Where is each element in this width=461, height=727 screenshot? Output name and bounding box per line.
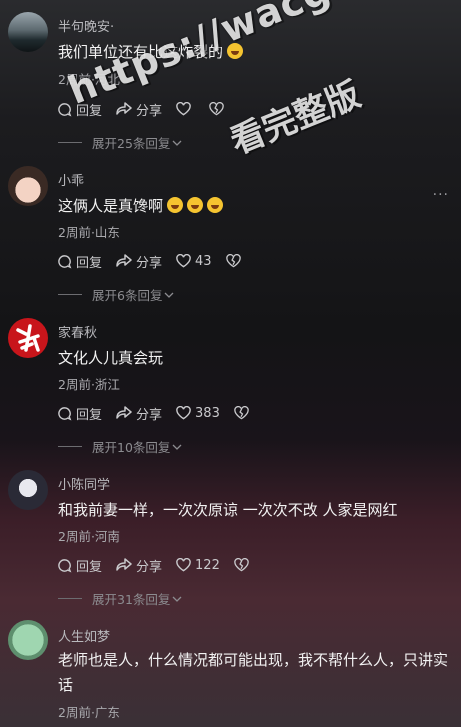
share-icon — [116, 558, 132, 571]
expand-replies-link[interactable]: 展开10条回复 — [58, 437, 182, 456]
comment-author[interactable]: 小乖 — [58, 170, 84, 189]
dislike-button[interactable] — [234, 406, 253, 420]
reply-icon — [58, 406, 72, 420]
comment-text: 文化人儿真会玩 — [58, 349, 164, 367]
comment-text-content: 这俩人是真馋啊 — [58, 197, 164, 215]
reply-button[interactable]: 回复 — [57, 252, 102, 271]
watermark-caption: 看完整版 — [224, 74, 367, 163]
share-button[interactable]: 分享 — [116, 252, 162, 271]
reply-icon — [58, 558, 72, 572]
rofl-emoji-icon — [207, 197, 224, 213]
heart-icon — [176, 558, 191, 572]
comment-meta: 2周前·河北 — [58, 72, 120, 87]
avatar[interactable] — [8, 620, 48, 660]
heart-icon — [176, 102, 191, 116]
reply-button[interactable]: 回复 — [57, 100, 102, 119]
divider-line — [58, 142, 82, 143]
avatar[interactable] — [8, 470, 48, 510]
chevron-down-icon — [164, 292, 174, 298]
laughing-emoji-icon — [227, 43, 244, 59]
comment-author[interactable]: 家春秋 — [58, 322, 97, 341]
calligraphy-logo-icon — [16, 324, 40, 352]
comment-actions: 回复 分享 383 — [57, 403, 267, 423]
comment-text-line: 老师也是人，什么情况都可能出现，我不帮什么人，只讲实 — [58, 651, 449, 669]
expand-replies-link[interactable]: 展开31条回复 — [58, 589, 182, 608]
dislike-button[interactable] — [234, 558, 253, 572]
share-icon — [116, 102, 132, 115]
avatar[interactable] — [8, 12, 48, 52]
comment-text-content: 我们单位还有比这炸裂的 — [58, 43, 224, 61]
broken-heart-icon — [209, 102, 224, 116]
like-count: 43 — [195, 253, 212, 269]
share-button[interactable]: 分享 — [116, 100, 162, 119]
comment-actions: 回复 分享 43 — [57, 251, 259, 271]
divider-line — [58, 446, 82, 447]
comment-actions: 回复 分享 — [57, 99, 242, 119]
reply-icon — [58, 254, 72, 268]
share-button[interactable]: 分享 — [116, 556, 162, 575]
comment-meta: 2周前·河南 — [58, 529, 120, 544]
broken-heart-icon — [225, 254, 241, 268]
comment-text: 我们单位还有比这炸裂的 — [58, 40, 453, 65]
divider-line — [58, 294, 82, 295]
comment-author[interactable]: 小陈同学 — [58, 474, 110, 493]
comment-meta: 2周前·山东 — [58, 225, 120, 240]
more-options-button[interactable]: ... — [433, 183, 449, 199]
rofl-emoji-icon — [187, 197, 204, 213]
share-icon — [116, 254, 132, 267]
comment-actions: 回复 分享 122 — [57, 555, 267, 575]
like-count: 383 — [195, 405, 220, 421]
like-button[interactable]: 43 — [176, 254, 212, 269]
broken-heart-icon — [234, 406, 249, 420]
expand-replies-link[interactable]: 展开25条回复 — [58, 133, 182, 152]
reply-icon — [58, 102, 72, 116]
heart-icon — [176, 406, 191, 420]
dislike-button[interactable] — [225, 254, 245, 268]
like-button[interactable]: 122 — [176, 558, 220, 573]
avatar[interactable] — [8, 166, 48, 206]
expand-replies-link[interactable]: 展开6条回复 — [58, 285, 174, 304]
comment-meta: 2周前·广东 — [58, 705, 120, 720]
comment-text: 这俩人是真馋啊 — [58, 194, 453, 219]
reply-button[interactable]: 回复 — [57, 404, 102, 423]
avatar[interactable] — [8, 318, 48, 358]
comment-author[interactable]: 半句晚安· — [58, 16, 114, 35]
comment-meta: 2周前·浙江 — [58, 377, 120, 392]
comment-author[interactable]: 人生如梦 — [58, 626, 110, 645]
dislike-button[interactable] — [209, 102, 228, 116]
heart-icon — [176, 254, 191, 268]
share-button[interactable]: 分享 — [116, 404, 162, 423]
broken-heart-icon — [234, 558, 249, 572]
like-button[interactable] — [176, 102, 195, 116]
reply-button[interactable]: 回复 — [57, 556, 102, 575]
share-icon — [116, 406, 132, 419]
like-button[interactable]: 383 — [176, 406, 220, 421]
rofl-emoji-icon — [167, 197, 184, 213]
comment-text: 老师也是人，什么情况都可能出现，我不帮什么人，只讲实 话 — [58, 648, 453, 698]
chevron-down-icon — [172, 596, 182, 602]
divider-line — [58, 598, 82, 599]
chevron-down-icon — [172, 444, 182, 450]
like-count: 122 — [195, 557, 220, 573]
chevron-down-icon — [172, 140, 182, 146]
comment-text-line: 话 — [58, 676, 74, 694]
comment-text: 和我前妻一样，一次次原谅 一次次不改 人家是网红 — [58, 501, 398, 519]
